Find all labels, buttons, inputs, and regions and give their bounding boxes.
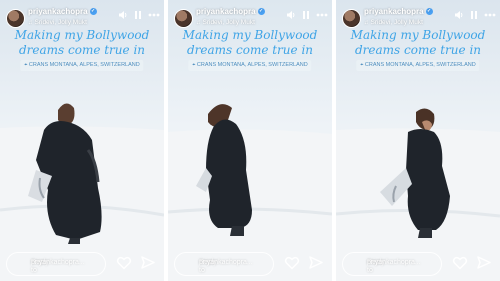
story-strip: priyankachopra ✓ ♫ Sridevi, Jolly Mukt Mak… [0, 0, 500, 281]
story-footer: Reply to priyankachopra... [174, 252, 326, 276]
pause-icon[interactable] [134, 10, 142, 20]
story-panel-2: priyankachopra ✓ ♫ Sridevi, Jolly Mukt Mak… [168, 0, 332, 281]
avatar[interactable] [6, 9, 25, 28]
send-icon[interactable] [308, 255, 324, 271]
story-controls [118, 10, 160, 20]
heart-icon[interactable] [116, 255, 132, 271]
reply-line-2: priyankachopra... [31, 259, 85, 266]
music-note-icon: ♫ [28, 20, 33, 26]
story-footer: Reply to priyankachopra... [342, 252, 494, 276]
music-label[interactable]: ♫ Sridevi, Jolly Mukt [364, 19, 423, 26]
reply-input[interactable]: Reply to priyankachopra... [174, 252, 274, 276]
pause-icon[interactable] [302, 10, 310, 20]
heart-icon[interactable] [452, 255, 468, 271]
volume-icon[interactable] [286, 10, 296, 20]
location-sticker[interactable]: ⌖ CRANS MONTANA, ALPES, SWITZERLAND [188, 60, 312, 71]
story-panel-1: priyankachopra ✓ ♫ Sridevi, Jolly Mukt Mak… [0, 0, 164, 281]
verified-icon: ✓ [425, 8, 433, 16]
avatar[interactable] [174, 9, 193, 28]
more-icon[interactable] [316, 13, 328, 17]
verified-icon: ✓ [257, 8, 265, 16]
send-icon[interactable] [140, 255, 156, 271]
reply-line-2: priyankachopra... [367, 259, 421, 266]
reply-input[interactable]: Reply to priyankachopra... [6, 252, 106, 276]
avatar[interactable] [342, 9, 361, 28]
story-caption: Making my Bollywood dreams come true in [0, 28, 164, 58]
music-label[interactable]: ♫ Sridevi, Jolly Mukt [196, 19, 255, 26]
more-icon[interactable] [148, 13, 160, 17]
story-controls [454, 10, 496, 20]
username[interactable]: priyankachopra ✓ [364, 7, 433, 16]
volume-icon[interactable] [118, 10, 128, 20]
heart-icon[interactable] [284, 255, 300, 271]
caption-line-2: dreams come true in [18, 43, 146, 57]
story-footer: Reply to priyankachopra... [6, 252, 158, 276]
story-caption: Making my Bollywood dreams come true in [168, 28, 332, 58]
verified-icon: ✓ [89, 8, 97, 16]
caption-line-2: dreams come true in [354, 43, 482, 57]
send-icon[interactable] [476, 255, 492, 271]
caption-line-2: dreams come true in [186, 43, 314, 57]
username[interactable]: priyankachopra ✓ [28, 7, 97, 16]
story-caption: Making my Bollywood dreams come true in [336, 28, 500, 58]
username[interactable]: priyankachopra ✓ [196, 7, 265, 16]
music-note-icon: ♫ [364, 20, 369, 26]
reply-line-2: priyankachopra... [199, 259, 253, 266]
caption-line-1: Making my Bollywood [14, 28, 150, 42]
reply-input[interactable]: Reply to priyankachopra... [342, 252, 442, 276]
location-sticker[interactable]: ⌖ CRANS MONTANA, ALPES, SWITZERLAND [20, 60, 144, 71]
location-sticker[interactable]: ⌖ CRANS MONTANA, ALPES, SWITZERLAND [356, 60, 480, 71]
volume-icon[interactable] [454, 10, 464, 20]
story-controls [286, 10, 328, 20]
caption-line-1: Making my Bollywood [182, 28, 318, 42]
pause-icon[interactable] [470, 10, 478, 20]
more-icon[interactable] [484, 13, 496, 17]
story-panel-3: priyankachopra ✓ ♫ Sridevi, Jolly Mukt Mak… [336, 0, 500, 281]
music-label[interactable]: ♫ Sridevi, Jolly Mukt [28, 19, 87, 26]
caption-line-1: Making my Bollywood [350, 28, 486, 42]
music-note-icon: ♫ [196, 20, 201, 26]
